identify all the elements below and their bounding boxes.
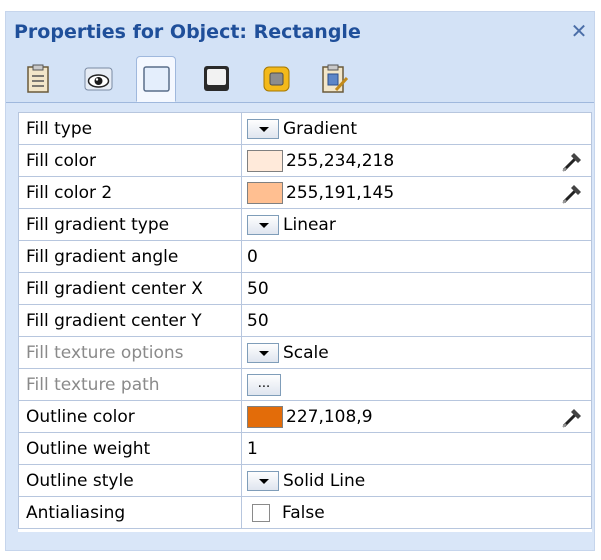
property-value-text: 227,108,9	[286, 406, 373, 427]
property-row: Outline color 227,108,9	[18, 400, 592, 433]
panel-title: Properties for Object: Rectangle	[14, 21, 361, 43]
property-grid: Fill type Gradient Fill color 255,234,218 Fi…	[18, 112, 592, 532]
property-value[interactable]: Gradient	[241, 112, 592, 145]
property-value[interactable]: Solid Line	[241, 464, 592, 497]
property-row: Fill color 255,234,218	[18, 144, 592, 177]
property-value[interactable]: Scale	[241, 336, 592, 369]
property-value-text: 255,191,145	[286, 182, 395, 203]
property-label: Fill gradient center Y	[18, 304, 242, 337]
clipboard-edit-icon	[322, 64, 349, 93]
view-tab[interactable]	[78, 58, 118, 98]
property-label: Fill type	[18, 112, 242, 145]
property-value[interactable]: 50	[241, 272, 592, 305]
property-value-text: 50	[247, 278, 269, 299]
property-row: Antialiasing False	[18, 496, 592, 529]
antialiasing-checkbox[interactable]	[252, 503, 270, 522]
property-value-text: Linear	[283, 214, 336, 235]
property-value-text: Gradient	[283, 118, 357, 139]
property-row: Outline weight 1	[18, 432, 592, 465]
property-label: Fill texture options	[18, 336, 242, 369]
property-value-text: Scale	[283, 342, 329, 363]
tab-strip	[6, 53, 594, 103]
property-label: Fill gradient angle	[18, 240, 242, 273]
property-value[interactable]: Linear	[241, 208, 592, 241]
property-row: Fill gradient center Y 50	[18, 304, 592, 337]
property-row: Fill texture path...	[18, 368, 592, 401]
property-label: Fill color 2	[18, 176, 242, 209]
property-value-text: 255,234,218	[286, 150, 395, 171]
property-value[interactable]: 227,108,9	[241, 400, 592, 433]
property-value[interactable]: 255,234,218	[241, 144, 592, 177]
eyedropper-icon[interactable]	[559, 180, 587, 206]
property-table: Fill type Gradient Fill color 255,234,218 Fi…	[18, 112, 592, 529]
color-swatch	[247, 181, 283, 204]
frame-icon	[263, 66, 290, 92]
property-row: Fill gradient type Linear	[18, 208, 592, 241]
clipboard-icon	[27, 64, 49, 93]
color-swatch	[247, 405, 283, 428]
eye-icon	[84, 67, 113, 91]
shadow-rectangle-icon	[204, 66, 229, 91]
property-label: Outline color	[18, 400, 242, 433]
property-label: Fill gradient center X	[18, 272, 242, 305]
property-row: Fill color 2 255,191,145	[18, 176, 592, 209]
eyedropper-icon[interactable]	[559, 404, 587, 430]
fill-tab[interactable]	[136, 56, 176, 102]
property-value-text: 50	[247, 310, 269, 331]
property-value[interactable]: 1	[241, 432, 592, 465]
dropdown-arrow-icon[interactable]	[247, 118, 279, 139]
dropdown-arrow-icon[interactable]	[247, 342, 279, 363]
property-label: Fill gradient type	[18, 208, 242, 241]
panel-titlebar: Properties for Object: Rectangle ✕	[6, 12, 594, 53]
eyedropper-icon[interactable]	[559, 148, 587, 174]
close-icon[interactable]: ✕	[568, 20, 590, 42]
properties-panel: Properties for Object: Rectangle ✕ Fill …	[5, 11, 595, 551]
property-value-text: Solid Line	[283, 470, 366, 491]
property-label: Fill color	[18, 144, 242, 177]
property-value[interactable]: 255,191,145	[241, 176, 592, 209]
property-value[interactable]: ...	[241, 368, 592, 401]
dropdown-arrow-icon[interactable]	[247, 214, 279, 235]
property-label: Outline weight	[18, 432, 242, 465]
property-row: Fill gradient center X 50	[18, 272, 592, 305]
property-value-text: False	[282, 502, 325, 523]
property-row: Fill type Gradient	[18, 112, 592, 145]
property-label: Outline style	[18, 464, 242, 497]
clipboard-tab[interactable]	[18, 58, 58, 98]
properties-tab[interactable]	[314, 58, 354, 98]
frame-tab[interactable]	[256, 58, 296, 98]
property-label: Fill texture path	[18, 368, 242, 401]
property-row: Outline style Solid Line	[18, 464, 592, 497]
shadow-tab[interactable]	[196, 58, 236, 98]
browse-button[interactable]: ...	[247, 373, 281, 396]
property-value-text: 1	[247, 438, 258, 459]
property-value-text: 0	[247, 246, 258, 267]
rectangle-fill-icon	[143, 66, 170, 92]
color-swatch	[247, 149, 283, 172]
property-label: Antialiasing	[18, 496, 242, 529]
dropdown-arrow-icon[interactable]	[247, 470, 279, 491]
property-value[interactable]: 50	[241, 304, 592, 337]
property-value[interactable]: False	[241, 496, 592, 529]
property-row: Fill texture options Scale	[18, 336, 592, 369]
property-value[interactable]: 0	[241, 240, 592, 273]
property-row: Fill gradient angle 0	[18, 240, 592, 273]
